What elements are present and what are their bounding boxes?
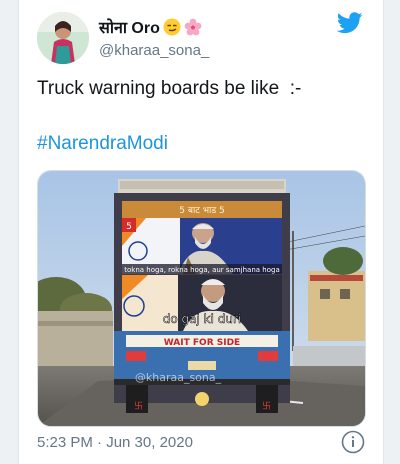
display-name[interactable]: सोना Oro xyxy=(99,16,202,38)
watermark-text: @kharaa_sona_ xyxy=(135,371,222,384)
caption-top: tokna hoga, rokna hoga, aur samjhana hog… xyxy=(124,266,280,274)
display-name-text: सोना Oro xyxy=(99,20,160,37)
twitter-bird-icon[interactable] xyxy=(336,12,363,34)
truck-meme-picture: 5 बाट भाड 5 5 tokna hoga, rokna hoga, au… xyxy=(38,171,365,426)
top-board-text: 5 बाट भाड 5 xyxy=(179,206,225,216)
truck-board-text: WAIT FOR SIDE xyxy=(164,338,240,348)
user-handle[interactable]: @kharaa_sona_ xyxy=(99,42,209,59)
smirk-face-emoji xyxy=(163,18,181,36)
hashtag-link[interactable]: #NarendraModi xyxy=(37,133,168,155)
avatar[interactable] xyxy=(37,12,89,64)
tweet-timestamp[interactable]: 5:23 PM · Jun 30, 2020 xyxy=(37,434,193,451)
info-icon[interactable] xyxy=(341,430,365,454)
caption-bottom: do gaj ki duri xyxy=(163,312,241,326)
tweet-media-image[interactable]: 5 बाट भाड 5 5 tokna hoga, rokna hoga, au… xyxy=(37,170,366,427)
svg-text:卐: 卐 xyxy=(134,401,143,412)
tweet-card: सोना Oro @kharaa_sona_ Truck warning boa… xyxy=(18,0,384,464)
svg-text:卐: 卐 xyxy=(262,401,271,412)
channel-badge: 5 xyxy=(126,222,132,232)
cherry-blossom-emoji xyxy=(184,18,202,36)
tweet-text: Truck warning boards be like :- xyxy=(37,78,302,99)
